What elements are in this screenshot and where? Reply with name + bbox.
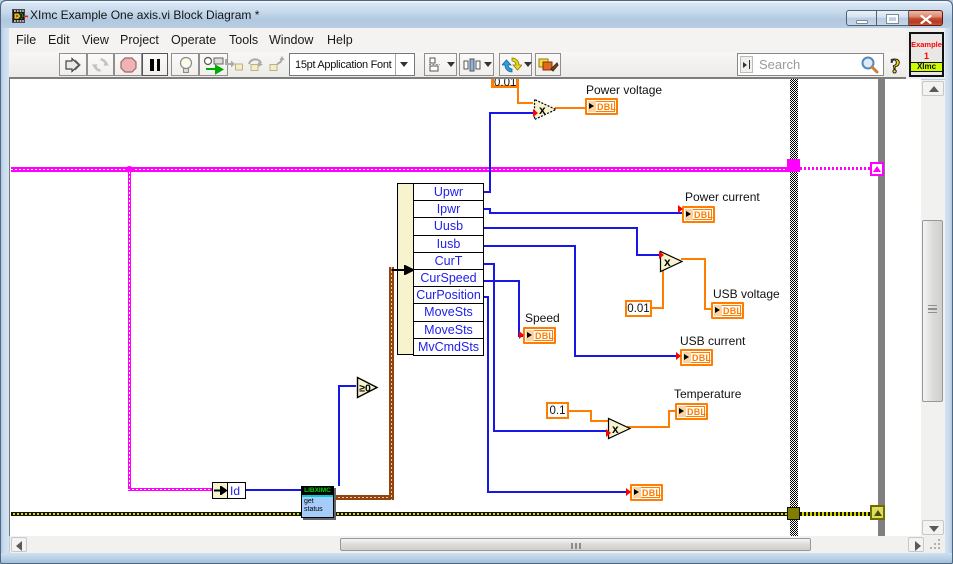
svg-text:x: x	[664, 255, 671, 269]
svg-text:x: x	[612, 422, 619, 436]
svg-text:x: x	[539, 103, 546, 117]
svg-text:≥0: ≥0	[359, 383, 371, 395]
svg-text:?: ?	[890, 55, 901, 77]
